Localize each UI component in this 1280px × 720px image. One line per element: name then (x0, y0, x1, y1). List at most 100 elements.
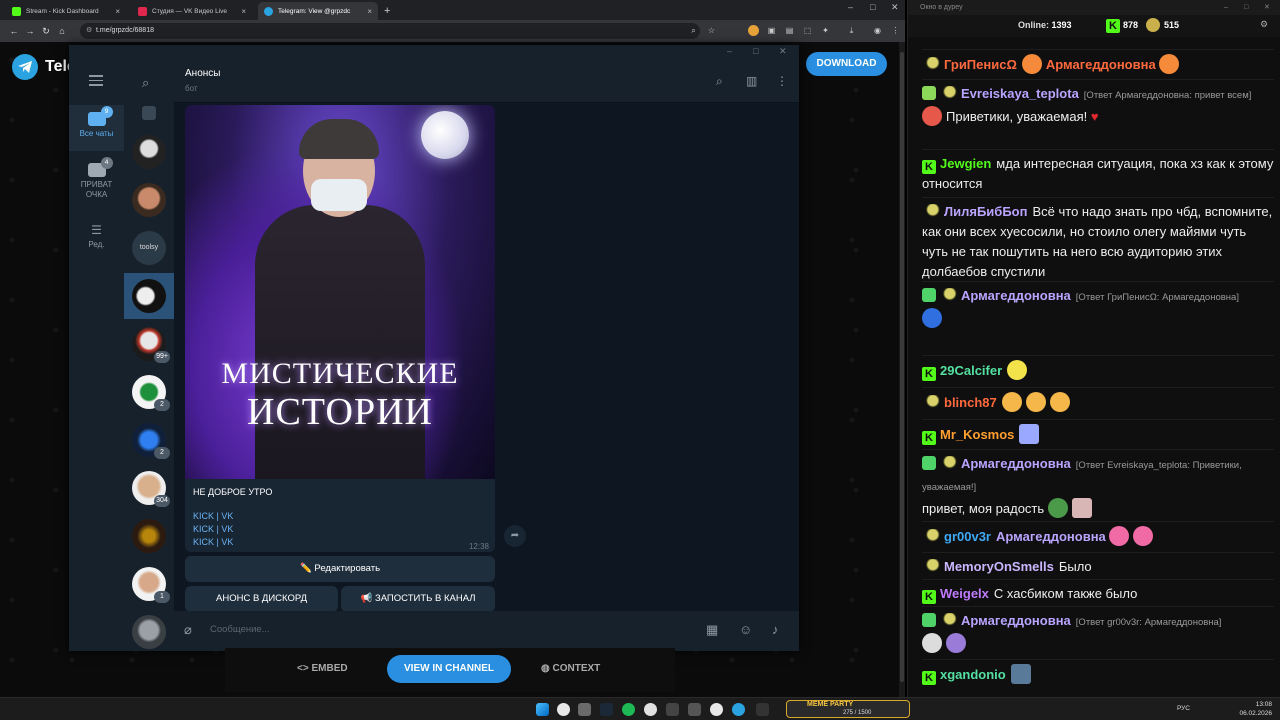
tab-telegram[interactable]: Telegram: View @grpzdc × (258, 2, 378, 20)
chat-avatar[interactable] (132, 615, 166, 649)
extensions-puzzle-icon[interactable]: ✦ (820, 25, 831, 36)
back-icon[interactable]: ← (6, 26, 22, 36)
vk-link[interactable]: VK (221, 524, 233, 534)
chat-username[interactable]: 29Calcifer (940, 363, 1002, 378)
chat-username[interactable]: Армагеддоновна (961, 288, 1071, 303)
chat-avatar[interactable]: 2 (132, 423, 170, 459)
download-icon[interactable]: ⤓ (846, 25, 857, 36)
view-in-channel-button[interactable]: VIEW IN CHANNEL (387, 655, 511, 683)
vk-link[interactable]: VK (221, 537, 233, 547)
menu-dots-icon[interactable]: ⋮ (890, 25, 901, 36)
chat-avatar-anonsy[interactable] (132, 279, 166, 313)
folder-edit[interactable]: ☰ Ред. (69, 217, 124, 253)
message-bubble[interactable]: МИСТИЧЕСКИЕ ИСТОРИИ НЕ ДОБРОЕ УТРО KICK … (185, 105, 495, 552)
sidebar-toggle-icon[interactable]: ▥ (746, 74, 757, 88)
site-info-icon[interactable]: ⚙ (86, 23, 92, 39)
emoji-icon[interactable]: ☺ (739, 622, 752, 637)
telegram-icon[interactable] (732, 703, 745, 716)
start-menu-icon[interactable] (536, 703, 549, 716)
close-tab-icon[interactable]: × (241, 7, 246, 16)
new-tab-icon[interactable]: + (384, 5, 390, 17)
search-icon[interactable]: ⌕ (142, 75, 149, 91)
chat-avatar[interactable]: 304 (132, 471, 170, 507)
chat-username[interactable]: Армагеддоновна (961, 456, 1071, 471)
chat-username[interactable]: Evreiskaya_teplota (961, 86, 1079, 101)
app-icon[interactable] (644, 703, 657, 716)
app-icon[interactable] (688, 703, 701, 716)
message-composer[interactable]: ⌀ Сообщение... ▦ ☺ ♪ (174, 611, 799, 651)
chat-username[interactable]: gr00v3r (944, 529, 991, 544)
chat-username[interactable]: MemoryOnSmells (944, 559, 1054, 574)
media-widget[interactable]: MEME PARTY 275 / 1500 (786, 700, 910, 718)
settings-gear-icon[interactable]: ⚙ (1260, 19, 1268, 30)
bot-commands-icon[interactable]: ▦ (706, 622, 718, 638)
chat-header[interactable]: Анонсы бот ⌕ ▥ ⋮ (174, 59, 799, 103)
chat-username[interactable]: xgandonio (940, 667, 1006, 682)
minimize-icon[interactable]: – (848, 2, 853, 12)
context-button[interactable]: ◍ CONTEXT (541, 663, 600, 674)
spotify-icon[interactable] (622, 703, 635, 716)
close-icon[interactable]: ✕ (1264, 0, 1270, 15)
chat-username[interactable]: Армагеддоновна (961, 613, 1071, 628)
kick-link[interactable]: KICK (193, 537, 214, 547)
extension-icon[interactable]: ⬚ (802, 25, 813, 36)
chat-avatar[interactable]: 1 (132, 567, 170, 603)
chat-username[interactable]: blinch87 (944, 395, 997, 410)
maximize-icon[interactable]: □ (753, 46, 758, 56)
extension-icon[interactable]: ▣ (766, 25, 777, 36)
kick-link[interactable]: KICK (193, 524, 214, 534)
post-to-channel-button[interactable]: 📢 ЗАПОСТИТЬ В КАНАЛ (341, 586, 495, 612)
app-icon[interactable] (756, 703, 769, 716)
close-window-icon[interactable]: ✕ (891, 2, 899, 13)
folder-all-chats[interactable]: 9 Все чаты (69, 105, 124, 151)
maximize-icon[interactable]: □ (870, 2, 875, 12)
chat-avatar[interactable] (132, 519, 166, 553)
chrome-icon[interactable] (710, 703, 723, 716)
forward-icon[interactable]: → (22, 26, 38, 36)
chat-username[interactable]: Mr_Kosmos (940, 427, 1014, 442)
page-scrollbar[interactable] (899, 42, 905, 697)
embed-button[interactable]: <> EMBED (297, 663, 348, 674)
address-bar[interactable]: ⚙ t.me/grpzdc/68818 (80, 23, 700, 39)
archive-icon[interactable] (142, 106, 156, 120)
folder-private[interactable]: 4 ПРИВАТ ОЧКА (69, 157, 124, 207)
extension-icon[interactable] (748, 25, 759, 36)
search-icon[interactable]: ⌕ (716, 74, 723, 89)
minimize-icon[interactable]: – (727, 46, 732, 56)
message-input[interactable]: Сообщение... (210, 624, 270, 635)
chrome-icon[interactable] (557, 703, 570, 716)
chat-username[interactable]: ЛиляБибБоп (944, 204, 1027, 219)
more-options-icon[interactable]: ⋮ (776, 74, 788, 88)
close-tab-icon[interactable]: × (115, 7, 120, 16)
microphone-icon[interactable]: ♪ (772, 622, 779, 637)
close-tab-icon[interactable]: × (367, 7, 372, 16)
chat-avatar[interactable] (132, 135, 166, 169)
chat-avatar[interactable]: 2 (132, 375, 170, 411)
chat-avatar[interactable]: toolsy (132, 231, 166, 265)
minimize-icon[interactable]: – (1224, 0, 1228, 15)
discord-announce-button[interactable]: АНОНС В ДИСКОРД (185, 586, 338, 612)
kick-link[interactable]: KICK (193, 511, 214, 521)
folder-icon[interactable] (578, 703, 591, 716)
system-tray[interactable]: РУС 13:08 06.02.2026 (1177, 700, 1272, 718)
edit-button[interactable]: ✏️ Редактировать (185, 556, 495, 582)
maximize-icon[interactable]: □ (1244, 0, 1248, 15)
reload-icon[interactable]: ↻ (38, 26, 54, 37)
bookmark-star-icon[interactable]: ☆ (706, 25, 717, 36)
input-language[interactable]: РУС (1177, 704, 1190, 713)
extension-icon[interactable]: ▤ (784, 25, 795, 36)
chat-username[interactable]: Weigelx (940, 586, 989, 601)
chat-username[interactable]: Jewgien (940, 156, 991, 171)
chat-avatar[interactable]: 99+ (132, 327, 170, 363)
obs-icon[interactable] (666, 703, 679, 716)
close-icon[interactable]: ✕ (779, 46, 787, 57)
chat-avatar[interactable] (132, 183, 166, 217)
chat-username[interactable]: ГриПенисΩ (944, 57, 1017, 72)
share-icon[interactable]: ➦ (504, 525, 526, 547)
poster-image[interactable]: МИСТИЧЕСКИЕ ИСТОРИИ (185, 105, 495, 479)
attach-icon[interactable]: ⌀ (184, 622, 192, 638)
hamburger-menu-icon[interactable] (89, 75, 103, 89)
download-button[interactable]: DOWNLOAD (806, 52, 887, 76)
profile-icon[interactable]: ◉ (872, 25, 883, 36)
tab-vk-studio[interactable]: Студия — VK Видео Live × (132, 2, 252, 20)
